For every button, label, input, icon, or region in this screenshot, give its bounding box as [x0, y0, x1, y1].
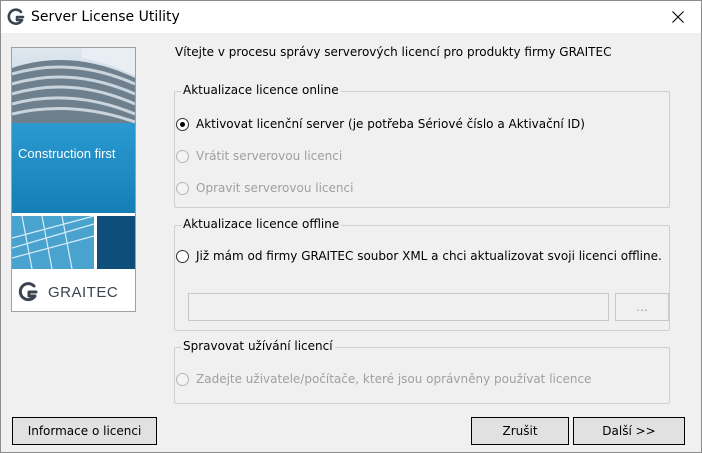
radio-repair-license[interactable]: Opravit serverovou licenci — [176, 181, 353, 195]
online-group-legend: Aktualizace licence online — [181, 83, 341, 97]
title-bar: Server License Utility — [1, 1, 701, 33]
browse-button[interactable]: ... — [615, 293, 669, 321]
radio-label: Aktivovat licenční server (je potřeba Sé… — [196, 117, 585, 131]
radio-usage-users[interactable]: Zadejte uživatele/počítače, které jsou o… — [176, 372, 591, 386]
radio-activate-server[interactable]: Aktivovat licenční server (je potřeba Sé… — [176, 117, 585, 131]
radio-button[interactable] — [176, 117, 189, 131]
product-banner: Construction first GRAITEC — [11, 47, 136, 312]
radio-label: Opravit serverovou licenci — [196, 181, 354, 195]
intro-text: Vítejte v procesu správy serverových lic… — [175, 45, 612, 59]
banner-tagline: Construction first — [18, 146, 116, 161]
graitec-g-icon — [7, 8, 25, 25]
next-button[interactable]: Další >> — [573, 417, 685, 445]
radio-label: Zadejte uživatele/počítače, které jsou o… — [196, 372, 592, 386]
radio-button[interactable] — [176, 249, 189, 263]
radio-label: Již mám od firmy GRAITEC soubor XML a ch… — [196, 249, 662, 263]
radio-button[interactable] — [176, 149, 189, 163]
xml-file-path-input[interactable] — [188, 293, 609, 321]
window-title: Server License Utility — [31, 9, 180, 25]
cancel-button[interactable]: Zrušit — [471, 417, 569, 445]
radio-offline-xml[interactable]: Již mám od firmy GRAITEC soubor XML a ch… — [176, 249, 662, 263]
offline-group-legend: Aktualizace licence offline — [181, 217, 342, 231]
close-icon — [672, 10, 684, 23]
radio-return-license[interactable]: Vrátit serverovou licenci — [176, 149, 342, 163]
banner-brand: GRAITEC — [48, 284, 119, 301]
radio-button[interactable] — [176, 372, 189, 386]
usage-group-legend: Spravovat užívání licencí — [181, 339, 335, 353]
radio-button[interactable] — [176, 181, 189, 195]
radio-label: Vrátit serverovou licenci — [196, 149, 343, 163]
license-info-button[interactable]: Informace o licenci — [12, 417, 157, 445]
close-button[interactable] — [655, 1, 701, 32]
steel-structure-image — [12, 215, 135, 270]
license-utility-window: Server License Utility Construction firs… — [0, 0, 702, 453]
